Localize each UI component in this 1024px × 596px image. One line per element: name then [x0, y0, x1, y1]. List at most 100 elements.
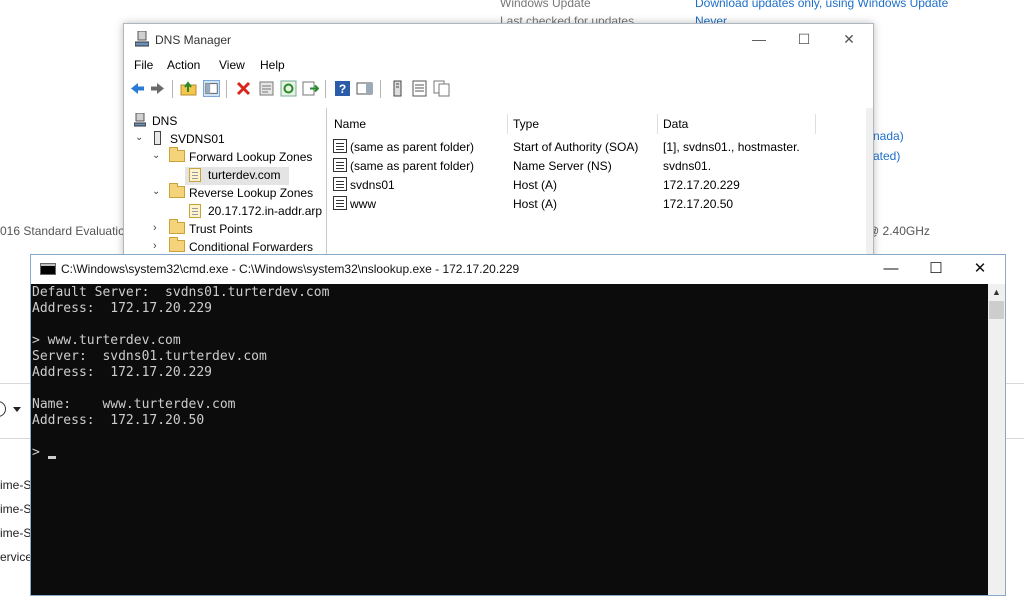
tree-label: SVDNS01: [170, 132, 225, 146]
cmd-icon: [40, 263, 56, 275]
bg-list-item[interactable]: ime-S: [0, 478, 31, 492]
record-name: www: [350, 197, 376, 211]
console-prompt: >: [32, 445, 40, 460]
up-folder-icon[interactable]: [180, 80, 197, 97]
record-icon: [333, 139, 347, 153]
record-row[interactable]: (same as parent folder) Start of Authori…: [329, 137, 869, 156]
console-line: > www.turterdev.com: [32, 333, 181, 348]
console-line: Default Server: svdns01.turterdev.com: [32, 285, 330, 300]
bg-list-item[interactable]: ervice: [0, 550, 32, 564]
back-arrow-icon[interactable]: [129, 80, 146, 97]
tree-label: Forward Lookup Zones: [189, 150, 313, 164]
cmd-title-bar[interactable]: C:\Windows\system32\cmd.exe - C:\Windows…: [31, 255, 1005, 284]
bg-dropdown[interactable]: [0, 396, 28, 422]
folder-icon: [169, 147, 185, 162]
folder-icon: [169, 237, 185, 252]
bg-region-link[interactable]: nada): [873, 129, 904, 143]
chevron-right-icon[interactable]: ›: [153, 240, 157, 252]
record-icon[interactable]: [411, 80, 428, 97]
delete-icon[interactable]: [235, 80, 252, 97]
chevron-right-icon[interactable]: ›: [153, 222, 157, 234]
column-divider[interactable]: [815, 114, 816, 134]
tree-label: Trust Points: [189, 222, 253, 236]
chevron-down-icon[interactable]: ⌄: [135, 132, 143, 143]
export-list-icon[interactable]: [302, 80, 319, 97]
chevron-down-icon[interactable]: ⌄: [152, 150, 160, 161]
list-scrollbar[interactable]: [866, 108, 873, 264]
column-divider[interactable]: [657, 114, 658, 134]
record-name: svdns01: [350, 178, 395, 192]
text-cursor: [48, 456, 56, 459]
cmd-window-title: C:\Windows\system32\cmd.exe - C:\Windows…: [61, 262, 520, 276]
bg-activation-link[interactable]: ated): [873, 149, 900, 163]
close-button[interactable]: ✕: [829, 28, 869, 52]
record-type: Name Server (NS): [513, 159, 612, 173]
record-type: Start of Authority (SOA): [513, 140, 639, 154]
bg-updates-label: Windows Update: [500, 0, 591, 10]
folder-icon: [169, 183, 185, 198]
server-icon: [154, 131, 161, 145]
console-scrollbar[interactable]: ▲: [988, 284, 1005, 595]
menu-file[interactable]: File: [134, 58, 153, 72]
close-button[interactable]: ✕: [958, 258, 1002, 282]
column-header-data[interactable]: Data: [663, 117, 688, 131]
folder-icon: [169, 219, 185, 234]
column-header-type[interactable]: Type: [513, 117, 539, 131]
help-icon[interactable]: ?: [334, 80, 351, 97]
chevron-down-icon[interactable]: ⌄: [152, 186, 160, 197]
menu-help[interactable]: Help: [260, 58, 285, 72]
console-line: Address: 172.17.20.229: [32, 301, 213, 316]
scrollbar-thumb[interactable]: [989, 301, 1004, 319]
properties-icon[interactable]: [258, 80, 275, 97]
dns-app-icon: [135, 31, 149, 47]
record-type: Host (A): [513, 178, 558, 192]
dns-app-icon: [134, 113, 146, 127]
record-row[interactable]: (same as parent folder) Name Server (NS)…: [329, 156, 869, 175]
show-console-tree-icon[interactable]: [203, 80, 220, 97]
copy-icon[interactable]: [433, 80, 450, 97]
console-output[interactable]: Default Server: svdns01.turterdev.com Ad…: [31, 284, 988, 595]
record-type: Host (A): [513, 197, 558, 211]
menu-action[interactable]: Action: [167, 58, 200, 72]
minimize-button[interactable]: —: [869, 258, 913, 282]
maximize-button[interactable]: ☐: [914, 258, 958, 282]
zone-icon: [189, 204, 201, 218]
record-row[interactable]: svdns01 Host (A) 172.17.20.229: [329, 175, 869, 194]
console-line: Name: www.turterdev.com: [32, 397, 236, 412]
zone-icon: [189, 168, 201, 182]
tree-label: Reverse Lookup Zones: [189, 186, 314, 200]
refresh-icon[interactable]: [280, 80, 297, 97]
server-icon[interactable]: [389, 80, 406, 97]
svg-text:?: ?: [339, 82, 346, 96]
bg-list-item[interactable]: ime-S: [0, 502, 31, 516]
record-data: 172.17.20.229: [663, 178, 740, 192]
console-line: Address: 172.17.20.50: [32, 413, 205, 428]
record-data: [1], svdns01., hostmaster.: [663, 140, 800, 154]
record-list: Name Type Data (same as parent folder) S…: [329, 108, 873, 264]
column-header-name[interactable]: Name: [334, 117, 366, 131]
menu-view[interactable]: View: [219, 58, 245, 72]
chevron-down-icon: [13, 407, 21, 412]
record-icon: [333, 177, 347, 191]
tree-label: 20.17.172.in-addr.arp: [208, 204, 323, 218]
scroll-up-icon[interactable]: ▲: [992, 287, 1001, 297]
record-row[interactable]: www Host (A) 172.17.20.50: [329, 194, 869, 213]
record-icon: [333, 158, 347, 172]
toolbar-separator: [325, 80, 326, 98]
record-name: (same as parent folder): [350, 159, 475, 173]
bg-updates-link[interactable]: Download updates only, using Windows Upd…: [695, 0, 948, 10]
action-pane-icon[interactable]: [356, 80, 373, 97]
tree-label: DNS: [152, 114, 178, 128]
minimize-button[interactable]: —: [739, 28, 779, 52]
forward-arrow-icon[interactable]: [149, 80, 166, 97]
bg-list-item[interactable]: ime-S: [0, 526, 31, 540]
column-divider[interactable]: [507, 114, 508, 134]
tree-label: turterdev.com: [208, 168, 281, 182]
record-name: (same as parent folder): [350, 140, 475, 154]
toolbar-separator: [380, 80, 381, 98]
record-data: 172.17.20.50: [663, 197, 734, 211]
bg-os-text: 016 Standard Evaluation: [0, 224, 132, 238]
maximize-button[interactable]: ☐: [784, 28, 824, 52]
console-line: Server: svdns01.turterdev.com: [32, 349, 267, 364]
dns-title-bar[interactable]: DNS Manager — ☐ ✕: [124, 24, 873, 54]
